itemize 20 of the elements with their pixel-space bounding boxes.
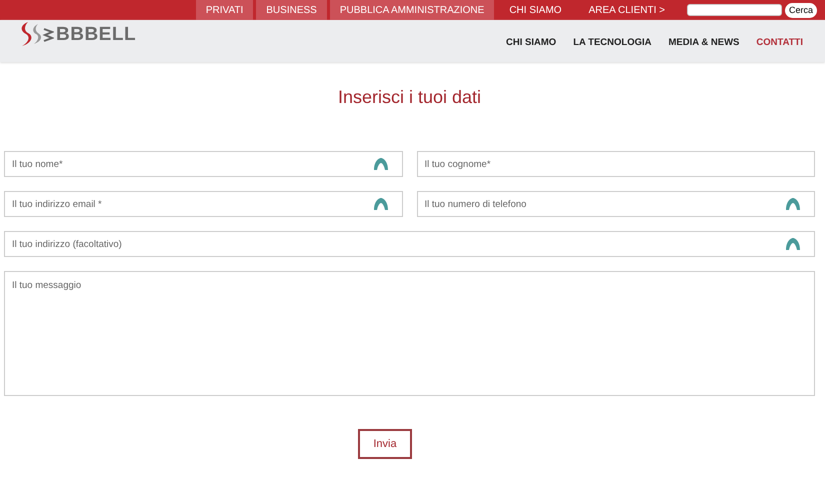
main-nav-link[interactable]: CONTATTI	[756, 37, 803, 48]
submit-button[interactable]: Invia	[358, 429, 412, 459]
input-field[interactable]: Il tuo indirizzo (facoltativo)	[4, 231, 815, 257]
form-title: Inserisci i tuoi dati	[336, 87, 482, 108]
input-field[interactable]: Il tuo nome*	[4, 151, 402, 177]
input-field[interactable]: Il tuo indirizzo email *	[4, 191, 402, 217]
main-nav-link[interactable]: LA TECNOLOGIA	[573, 37, 652, 48]
top-nav-link[interactable]: PRIVATI	[196, 0, 254, 20]
top-nav-link[interactable]: PUBBLICA AMMINISTRAZIONE	[330, 0, 494, 20]
top-nav-link[interactable]: AREA CLIENTI >	[576, 0, 677, 20]
main-nav-link[interactable]: MEDIA & NEWS	[668, 37, 740, 48]
top-nav-link[interactable]: CHI SIAMO	[497, 0, 574, 20]
input-field[interactable]: Il tuo cognome*	[416, 151, 815, 177]
main-nav-link[interactable]: CHI SIAMO	[506, 37, 556, 48]
message-field[interactable]: Il tuo messaggio	[4, 271, 815, 396]
logo-text: BBBELL	[56, 24, 136, 46]
search-field[interactable]	[686, 4, 782, 16]
input-field[interactable]: Il tuo numero di telefono	[416, 191, 815, 217]
search-button[interactable]: Cerca	[784, 2, 817, 18]
top-nav-link[interactable]: BUSINESS	[256, 0, 327, 20]
